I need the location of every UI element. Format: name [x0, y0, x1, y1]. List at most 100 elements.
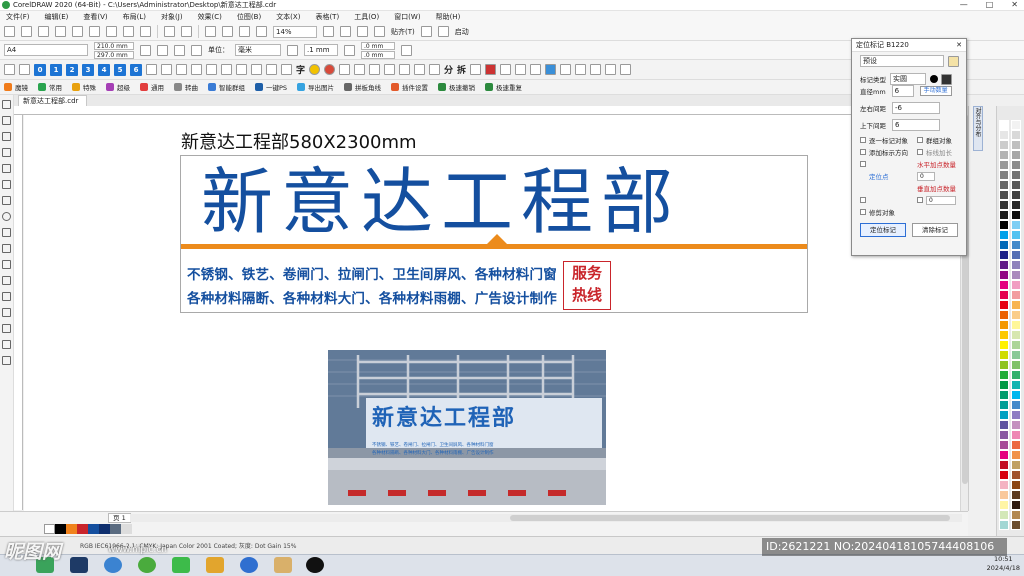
trim-icon[interactable] — [251, 64, 262, 75]
clear-marks-button[interactable]: 清除标记 — [912, 223, 958, 237]
palette-swatch[interactable] — [999, 510, 1009, 520]
swatch-white[interactable] — [44, 524, 55, 534]
tool-settings-icon[interactable] — [620, 64, 632, 75]
plugin-general[interactable]: 通用 — [140, 82, 164, 92]
palette-swatch[interactable] — [1011, 140, 1021, 150]
swatch-gray[interactable] — [121, 524, 132, 534]
align-distribute-tab[interactable]: 对齐与分布 — [973, 106, 983, 151]
h-count-field[interactable]: 0 — [917, 171, 935, 181]
add-icon[interactable] — [401, 44, 412, 56]
palette-swatch[interactable] — [999, 390, 1009, 400]
v-count-checkbox[interactable] — [917, 197, 923, 203]
menu-view[interactable]: 查看(V) — [83, 12, 107, 22]
break-apart-icon[interactable] — [221, 64, 232, 75]
rectangle-tool-icon[interactable] — [2, 196, 11, 205]
palette-swatch[interactable] — [999, 520, 1009, 530]
minimize-icon[interactable]: — — [960, 0, 968, 11]
portrait-icon[interactable] — [140, 44, 151, 56]
lock-icon[interactable] — [500, 64, 512, 75]
copy-icon[interactable] — [123, 26, 134, 37]
palette-swatch[interactable] — [1011, 340, 1021, 350]
snap-to-menu[interactable]: 贴齐(T) — [391, 27, 415, 37]
palette-swatch[interactable] — [1011, 280, 1021, 290]
page-icon[interactable] — [19, 64, 30, 75]
save-icon[interactable] — [38, 26, 49, 37]
photoshop-task-icon[interactable] — [70, 557, 88, 573]
palette-swatch[interactable] — [1011, 130, 1021, 140]
mask-icon[interactable] — [429, 64, 441, 75]
palette-swatch[interactable] — [999, 140, 1009, 150]
folder-task-icon[interactable] — [206, 557, 224, 573]
plugin-button-0[interactable]: 0 — [34, 63, 46, 76]
red-ball-icon[interactable] — [324, 64, 336, 75]
duplicate-x-field[interactable]: .0 mm — [361, 41, 395, 50]
guidelines-icon[interactable] — [374, 26, 385, 37]
dialog-close-icon[interactable]: ✕ — [956, 41, 962, 49]
swatch-slate[interactable] — [110, 524, 121, 534]
page-size-select[interactable]: A4 — [4, 44, 88, 56]
print-icon[interactable] — [89, 26, 100, 37]
artistic-media-icon[interactable] — [2, 180, 11, 189]
palette-swatch[interactable] — [999, 170, 1009, 180]
crop-icon[interactable] — [339, 64, 351, 75]
options-icon[interactable] — [420, 26, 432, 37]
palette-swatch[interactable] — [999, 240, 1009, 250]
palette-swatch[interactable] — [1011, 410, 1021, 420]
menu-window[interactable]: 窗口(W) — [394, 12, 420, 22]
units-select[interactable]: 毫米 — [235, 44, 281, 56]
target-icon[interactable] — [575, 64, 587, 75]
menu-bitmaps[interactable]: 位图(B) — [237, 12, 261, 22]
plugin-one-key-ps[interactable]: 一键PS — [255, 82, 287, 92]
palette-swatch[interactable] — [999, 270, 1009, 280]
palette-swatch[interactable] — [999, 500, 1009, 510]
menu-effects[interactable]: 效果(C) — [198, 12, 222, 22]
palette-swatch[interactable] — [999, 410, 1009, 420]
color-wheel-icon[interactable] — [309, 64, 321, 75]
full-screen-icon[interactable] — [323, 26, 334, 37]
palette-swatch[interactable] — [999, 360, 1009, 370]
palette-swatch[interactable] — [1011, 460, 1021, 470]
palette-swatch[interactable] — [1011, 220, 1021, 230]
document-tab[interactable]: 新意达工程部.cdr — [18, 95, 88, 106]
current-page-icon[interactable] — [191, 44, 202, 56]
palette-swatch[interactable] — [999, 440, 1009, 450]
qq-task-icon[interactable] — [306, 557, 324, 573]
drop-shadow-icon[interactable] — [2, 292, 11, 301]
apply-marks-button[interactable]: 定位标记 — [860, 223, 906, 237]
nudge-distance-field[interactable]: .1 mm — [304, 44, 338, 56]
palette-swatch[interactable] — [1011, 380, 1021, 390]
plugin-button-1[interactable]: 1 — [50, 63, 62, 76]
palette-swatch[interactable] — [999, 430, 1009, 440]
vertical-ruler[interactable] — [14, 115, 23, 510]
connector-tool-icon[interactable] — [2, 276, 11, 285]
palette-swatch[interactable] — [1011, 190, 1021, 200]
new-document-icon[interactable] — [4, 26, 15, 37]
text-tool-icon[interactable] — [2, 244, 11, 253]
palette-swatch[interactable] — [999, 190, 1009, 200]
palette-swatch[interactable] — [1011, 480, 1021, 490]
palette-swatch[interactable] — [1011, 200, 1021, 210]
ie-task-icon[interactable] — [138, 557, 156, 573]
text-tool-icon[interactable]: 字 — [296, 63, 305, 76]
add-tool-icon[interactable] — [2, 356, 11, 365]
palette-swatch[interactable] — [999, 200, 1009, 210]
page-height-field[interactable]: 297.0 mm — [94, 50, 134, 59]
menu-text[interactable]: 文本(X) — [276, 12, 300, 22]
polygon-tool-icon[interactable] — [2, 228, 11, 237]
palette-swatch[interactable] — [999, 310, 1009, 320]
cloud-icon[interactable] — [55, 26, 66, 37]
palette-swatch[interactable] — [1011, 370, 1021, 380]
palette-swatch[interactable] — [1011, 420, 1021, 430]
tb-spacing-field[interactable]: 6 — [892, 119, 940, 131]
trim-objects-checkbox[interactable] — [860, 209, 866, 215]
palette-swatch[interactable] — [1011, 440, 1021, 450]
menu-tools[interactable]: 工具(O) — [354, 12, 379, 22]
plugin-super[interactable]: 超级 — [106, 82, 130, 92]
diameter-field[interactable]: 6 — [891, 85, 914, 97]
palette-swatch[interactable] — [999, 280, 1009, 290]
palette-swatch[interactable] — [999, 460, 1009, 470]
corner-checkbox[interactable] — [860, 197, 866, 203]
plugin-button-3[interactable]: 3 — [82, 63, 94, 76]
printer-icon[interactable] — [530, 64, 542, 75]
nav-prev-icon[interactable] — [590, 64, 602, 75]
